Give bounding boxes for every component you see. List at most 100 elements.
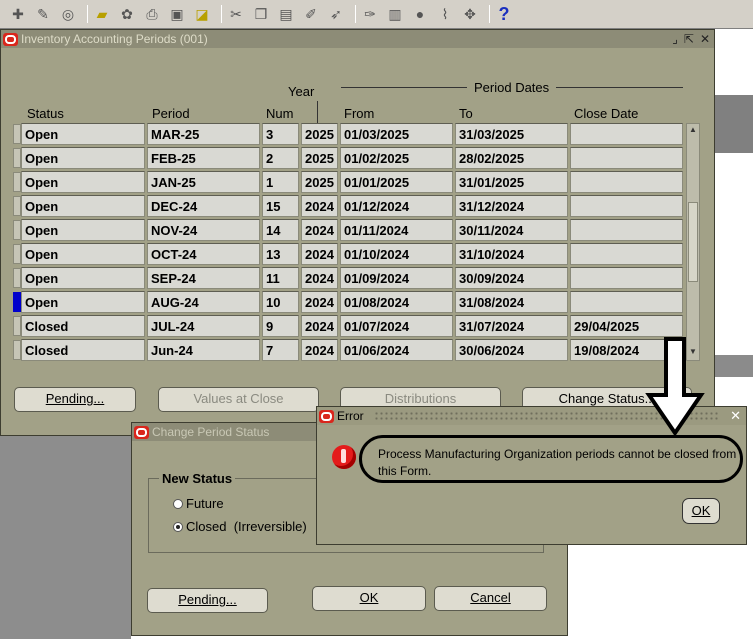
row-selector[interactable] (13, 340, 21, 360)
year-cell[interactable]: 2025 (301, 123, 338, 145)
row-selector[interactable] (13, 196, 21, 216)
to-date-cell[interactable]: 31/12/2024 (455, 195, 568, 217)
clear-icon[interactable]: ◪ (192, 4, 212, 24)
status-cell[interactable]: Open (21, 123, 145, 145)
num-cell[interactable]: 9 (262, 315, 299, 337)
navigator-icon[interactable]: ◎ (58, 4, 78, 24)
save-icon[interactable]: ▣ (167, 4, 187, 24)
period-cell[interactable]: DEC-24 (147, 195, 260, 217)
num-cell[interactable]: 11 (262, 267, 299, 289)
close-date-cell[interactable] (570, 147, 683, 169)
to-date-cell[interactable]: 31/03/2025 (455, 123, 568, 145)
to-date-cell[interactable]: 31/08/2024 (455, 291, 568, 313)
cancel-button[interactable]: Cancel (434, 586, 547, 611)
year-cell[interactable]: 2024 (301, 219, 338, 241)
to-date-cell[interactable]: 31/07/2024 (455, 315, 568, 337)
close-icon[interactable]: ✕ (730, 408, 741, 424)
to-date-cell[interactable]: 30/11/2024 (455, 219, 568, 241)
to-date-cell[interactable]: 31/10/2024 (455, 243, 568, 265)
minimize-icon[interactable]: ⌟ (672, 32, 678, 46)
close-date-cell[interactable] (570, 219, 683, 241)
close-date-cell[interactable] (570, 123, 683, 145)
paste-icon[interactable]: ▤ (276, 4, 296, 24)
row-selector[interactable] (13, 292, 21, 312)
future-radio[interactable]: Future (173, 496, 224, 511)
values-at-close-button[interactable]: Values at Close (158, 387, 319, 412)
edit-icon[interactable]: ✐ (301, 4, 321, 24)
help-icon[interactable]: ? (494, 4, 514, 24)
status-cell[interactable]: Open (21, 147, 145, 169)
close-date-cell[interactable] (570, 291, 683, 313)
year-cell[interactable]: 2024 (301, 195, 338, 217)
scroll-up-icon[interactable]: ▲ (687, 125, 699, 137)
from-date-cell[interactable]: 01/10/2024 (340, 243, 453, 265)
from-date-cell[interactable]: 01/06/2024 (340, 339, 453, 361)
num-cell[interactable]: 2 (262, 147, 299, 169)
period-cell[interactable]: FEB-25 (147, 147, 260, 169)
period-cell[interactable]: Jun-24 (147, 339, 260, 361)
from-date-cell[interactable]: 01/01/2025 (340, 171, 453, 193)
maximize-icon[interactable]: ⇱ (684, 32, 694, 46)
translation-icon[interactable]: ✑ (360, 4, 380, 24)
cut-icon[interactable]: ✂ (226, 4, 246, 24)
year-cell[interactable]: 2024 (301, 291, 338, 313)
row-selector[interactable] (13, 148, 21, 168)
year-cell[interactable]: 2024 (301, 339, 338, 361)
year-cell[interactable]: 2024 (301, 267, 338, 289)
close-date-cell[interactable] (570, 195, 683, 217)
year-cell[interactable]: 2025 (301, 171, 338, 193)
status-cell[interactable]: Open (21, 291, 145, 313)
to-date-cell[interactable]: 31/01/2025 (455, 171, 568, 193)
folder-icon[interactable]: ▰ (92, 4, 112, 24)
row-selector[interactable] (13, 268, 21, 288)
status-cell[interactable]: Open (21, 243, 145, 265)
copy-icon[interactable]: ❐ (251, 4, 271, 24)
attach-icon[interactable]: ✎ (33, 4, 53, 24)
close-date-cell[interactable] (570, 171, 683, 193)
to-date-cell[interactable]: 30/09/2024 (455, 267, 568, 289)
year-cell[interactable]: 2024 (301, 315, 338, 337)
period-cell[interactable]: JAN-25 (147, 171, 260, 193)
row-selector[interactable] (13, 316, 21, 336)
num-cell[interactable]: 1 (262, 171, 299, 193)
period-cell[interactable]: JUL-24 (147, 315, 260, 337)
status-cell[interactable]: Closed (21, 315, 145, 337)
from-date-cell[interactable]: 01/11/2024 (340, 219, 453, 241)
pending-button[interactable]: Pending... (14, 387, 136, 412)
ok-button[interactable]: OK (312, 586, 426, 611)
find-icon[interactable]: ✿ (117, 4, 137, 24)
from-date-cell[interactable]: 01/07/2024 (340, 315, 453, 337)
from-date-cell[interactable]: 01/08/2024 (340, 291, 453, 313)
row-selector[interactable] (13, 244, 21, 264)
row-selector[interactable] (13, 124, 21, 144)
close-date-cell[interactable] (570, 267, 683, 289)
status-cell[interactable]: Closed (21, 339, 145, 361)
status-cell[interactable]: Open (21, 219, 145, 241)
folder-tools-icon[interactable]: ▥ (385, 4, 405, 24)
row-selector[interactable] (13, 172, 21, 192)
num-cell[interactable]: 15 (262, 195, 299, 217)
status-cell[interactable]: Open (21, 171, 145, 193)
close-date-cell[interactable]: 29/04/2025 (570, 315, 683, 337)
period-cell[interactable]: NOV-24 (147, 219, 260, 241)
num-cell[interactable]: 14 (262, 219, 299, 241)
period-cell[interactable]: AUG-24 (147, 291, 260, 313)
close-icon[interactable]: ✕ (700, 32, 710, 46)
to-date-cell[interactable]: 28/02/2025 (455, 147, 568, 169)
from-date-cell[interactable]: 01/02/2025 (340, 147, 453, 169)
num-cell[interactable]: 7 (262, 339, 299, 361)
settings-icon[interactable]: ✥ (460, 4, 480, 24)
period-cell[interactable]: OCT-24 (147, 243, 260, 265)
num-cell[interactable]: 10 (262, 291, 299, 313)
period-cell[interactable]: MAR-25 (147, 123, 260, 145)
status-cell[interactable]: Open (21, 267, 145, 289)
close-date-cell[interactable] (570, 243, 683, 265)
year-cell[interactable]: 2025 (301, 147, 338, 169)
num-cell[interactable]: 3 (262, 123, 299, 145)
to-date-cell[interactable]: 30/06/2024 (455, 339, 568, 361)
from-date-cell[interactable]: 01/03/2025 (340, 123, 453, 145)
num-cell[interactable]: 13 (262, 243, 299, 265)
year-cell[interactable]: 2024 (301, 243, 338, 265)
scrollbar-thumb[interactable] (688, 202, 698, 282)
vertical-scrollbar[interactable]: ▲ ▼ (686, 123, 700, 361)
